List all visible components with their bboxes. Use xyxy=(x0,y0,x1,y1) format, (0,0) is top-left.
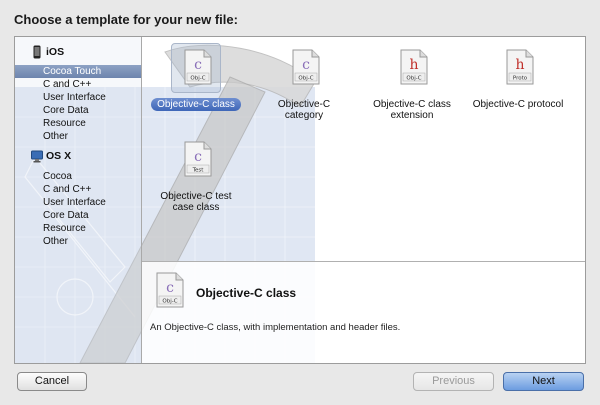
previous-button[interactable]: Previous xyxy=(413,372,494,391)
objc-category-file-icon: c Obj-C xyxy=(292,49,320,85)
template-objective-c-category[interactable]: c Obj-C Objective-C category xyxy=(252,43,356,122)
template-objective-c-class-extension[interactable]: h Obj-C Objective-C class extension xyxy=(360,43,464,122)
sidebar-item-ios-c-and-cpp[interactable]: C and C++ xyxy=(15,78,141,91)
svg-text:Test: Test xyxy=(192,168,205,174)
objc-protocol-file-icon: h Proto xyxy=(506,49,534,85)
svg-text:Obj-C: Obj-C xyxy=(162,299,177,305)
sidebar-item-osx-other[interactable]: Other xyxy=(15,235,141,248)
objc-class-file-icon: c Obj-C xyxy=(184,49,212,85)
svg-text:h: h xyxy=(409,57,418,73)
dialog-title: Choose a template for your new file: xyxy=(14,12,238,27)
template-category-sidebar: iOS Cocoa Touch C and C++ User Interface… xyxy=(15,37,142,363)
svg-text:c: c xyxy=(194,149,202,165)
sidebar-section-osx: OS X xyxy=(15,147,141,165)
sidebar-item-ios-cocoa-touch[interactable]: Cocoa Touch xyxy=(15,65,141,78)
template-grid: c Obj-C Objective-C class c Obj-C Object… xyxy=(142,37,585,261)
template-panel: iOS Cocoa Touch C and C++ User Interface… xyxy=(14,36,586,364)
objc-test-file-icon: c Test xyxy=(184,141,212,177)
iphone-icon xyxy=(33,45,41,59)
objc-class-file-icon: c Obj-C xyxy=(156,272,184,308)
objc-extension-file-icon: h Obj-C xyxy=(400,49,428,85)
svg-text:Obj-C: Obj-C xyxy=(190,76,205,82)
svg-text:c: c xyxy=(302,57,310,73)
cancel-button[interactable]: Cancel xyxy=(17,372,87,391)
svg-text:Obj-C: Obj-C xyxy=(406,76,421,82)
template-objective-c-class[interactable]: c Obj-C Objective-C class xyxy=(144,43,248,111)
detail-description: An Objective-C class, with implementatio… xyxy=(150,322,401,333)
sidebar-item-ios-core-data[interactable]: Core Data xyxy=(15,104,141,117)
svg-text:c: c xyxy=(194,57,202,73)
sidebar-item-osx-c-and-cpp[interactable]: C and C++ xyxy=(15,183,141,196)
svg-text:h: h xyxy=(515,57,524,73)
template-objective-c-test-case-class[interactable]: c Test Objective-C test case class xyxy=(144,135,248,214)
sidebar-section-ios: iOS xyxy=(15,43,141,61)
sidebar-item-osx-core-data[interactable]: Core Data xyxy=(15,209,141,222)
template-label: Objective-C class extension xyxy=(373,99,451,121)
detail-title: Objective-C class xyxy=(196,286,297,300)
sidebar-item-ios-user-interface[interactable]: User Interface xyxy=(15,91,141,104)
svg-text:Obj-C: Obj-C xyxy=(298,76,313,82)
template-objective-c-protocol[interactable]: h Proto Objective-C protocol xyxy=(466,43,570,111)
sidebar-item-ios-resource[interactable]: Resource xyxy=(15,117,141,130)
sidebar-item-osx-user-interface[interactable]: User Interface xyxy=(15,196,141,209)
sidebar-item-osx-cocoa[interactable]: Cocoa xyxy=(15,170,141,183)
svg-text:c: c xyxy=(166,280,174,296)
template-label: Objective-C test case class xyxy=(160,191,232,213)
template-label: Objective-C class xyxy=(151,98,241,111)
sidebar-item-ios-other[interactable]: Other xyxy=(15,130,141,143)
template-detail-pane: c Obj-C Objective-C class An Objective-C… xyxy=(142,261,585,363)
next-button[interactable]: Next xyxy=(503,372,584,391)
mac-icon xyxy=(31,150,43,163)
template-label: Objective-C category xyxy=(277,99,331,121)
svg-text:Proto: Proto xyxy=(513,76,528,82)
template-label: Objective-C protocol xyxy=(472,99,564,110)
sidebar-item-osx-resource[interactable]: Resource xyxy=(15,222,141,235)
